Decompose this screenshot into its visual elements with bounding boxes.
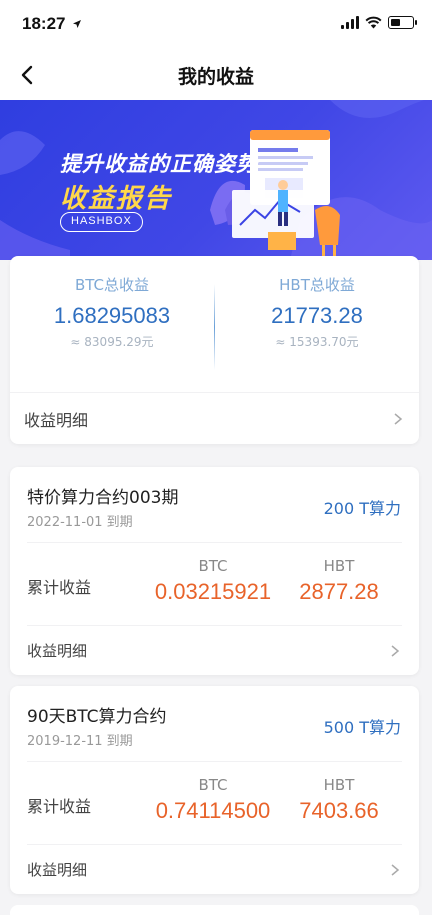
location-arrow-icon xyxy=(73,20,82,28)
contract-card: 特价算力合约003期 2022-11-01 到期 200 T算力 累计收益 BT… xyxy=(10,467,419,675)
chevron-right-icon xyxy=(394,412,403,425)
divider xyxy=(27,761,402,762)
contract-hbt-earnings: HBT 2877.28 xyxy=(290,557,388,605)
nav-bar: 我的收益 xyxy=(0,50,432,100)
battery-icon xyxy=(388,15,417,29)
chevron-right-icon xyxy=(391,863,400,876)
contract-expire-date: 2019-12-11 到期 xyxy=(27,734,133,749)
hbt-value: 7403.66 xyxy=(299,798,379,823)
accumulated-earnings-label: 累计收益 xyxy=(27,797,92,816)
hbt-total-label: HBT总收益 xyxy=(279,276,355,294)
hbt-label: HBT xyxy=(323,776,355,794)
btc-value: 0.74114500 xyxy=(155,798,271,823)
hbt-label: HBT xyxy=(323,557,355,575)
chevron-right-icon xyxy=(391,644,400,657)
signal-icon xyxy=(341,15,359,29)
hbt-value: 2877.28 xyxy=(299,579,379,604)
earnings-summary-card: BTC总收益 1.68295083 ≈ 83095.29元 HBT总收益 217… xyxy=(10,256,419,444)
contract-expire-date: 2022-11-01 到期 xyxy=(27,515,133,530)
contract-detail-link[interactable]: 收益明细 xyxy=(27,625,402,675)
accumulated-earnings-label: 累计收益 xyxy=(27,578,92,597)
contract-btc-earnings: BTC 0.03215921 xyxy=(150,557,276,605)
contract-detail-link[interactable]: 收益明细 xyxy=(27,844,402,894)
hbt-total-value: 21773.28 xyxy=(271,303,363,328)
summary-detail-label: 收益明细 xyxy=(24,410,89,430)
btc-label: BTC xyxy=(198,776,228,794)
page-title: 我的收益 xyxy=(177,66,254,88)
hbt-total-cny: ≈ 15393.70元 xyxy=(275,335,359,349)
contract-detail-label: 收益明细 xyxy=(27,642,88,660)
hbt-total: HBT总收益 21773.28 ≈ 15393.70元 xyxy=(215,274,419,350)
status-time-text: 18:27 xyxy=(22,14,66,33)
contract-name: 特价算力合约003期 xyxy=(27,488,179,508)
wifi-icon xyxy=(365,16,382,28)
summary-detail-link[interactable]: 收益明细 xyxy=(10,392,419,444)
btc-total-label: BTC总收益 xyxy=(74,276,150,294)
btc-total-value: 1.68295083 xyxy=(53,303,171,328)
banner-headline: 提升收益的正确姿势 xyxy=(60,152,258,176)
contract-btc-earnings: BTC 0.74114500 xyxy=(150,776,276,824)
contract-detail-label: 收益明细 xyxy=(27,861,88,879)
promo-banner[interactable]: 提升收益的正确姿势 收益报告 HASHBOX xyxy=(0,100,432,260)
status-time: 18:27 xyxy=(22,14,82,34)
btc-value: 0.03215921 xyxy=(154,579,272,604)
btc-total-cny: ≈ 83095.29元 xyxy=(70,335,154,349)
contract-hashpower: 200 T算力 xyxy=(323,499,401,518)
contract-card: 90天BTC算力合约 2019-12-11 到期 500 T算力 累计收益 BT… xyxy=(10,686,419,894)
next-contract-card-peek xyxy=(10,905,419,915)
contract-name: 90天BTC算力合约 xyxy=(27,707,167,727)
btc-total: BTC总收益 1.68295083 ≈ 83095.29元 xyxy=(10,274,214,350)
banner-brand-badge: HASHBOX xyxy=(60,212,143,232)
btc-label: BTC xyxy=(198,557,228,575)
contract-hashpower: 500 T算力 xyxy=(323,718,401,737)
divider xyxy=(27,542,402,543)
status-icons xyxy=(341,15,417,29)
banner-subheadline: 收益报告 xyxy=(60,184,173,214)
contract-hbt-earnings: HBT 7403.66 xyxy=(290,776,388,824)
status-bar: 18:27 xyxy=(0,0,432,50)
